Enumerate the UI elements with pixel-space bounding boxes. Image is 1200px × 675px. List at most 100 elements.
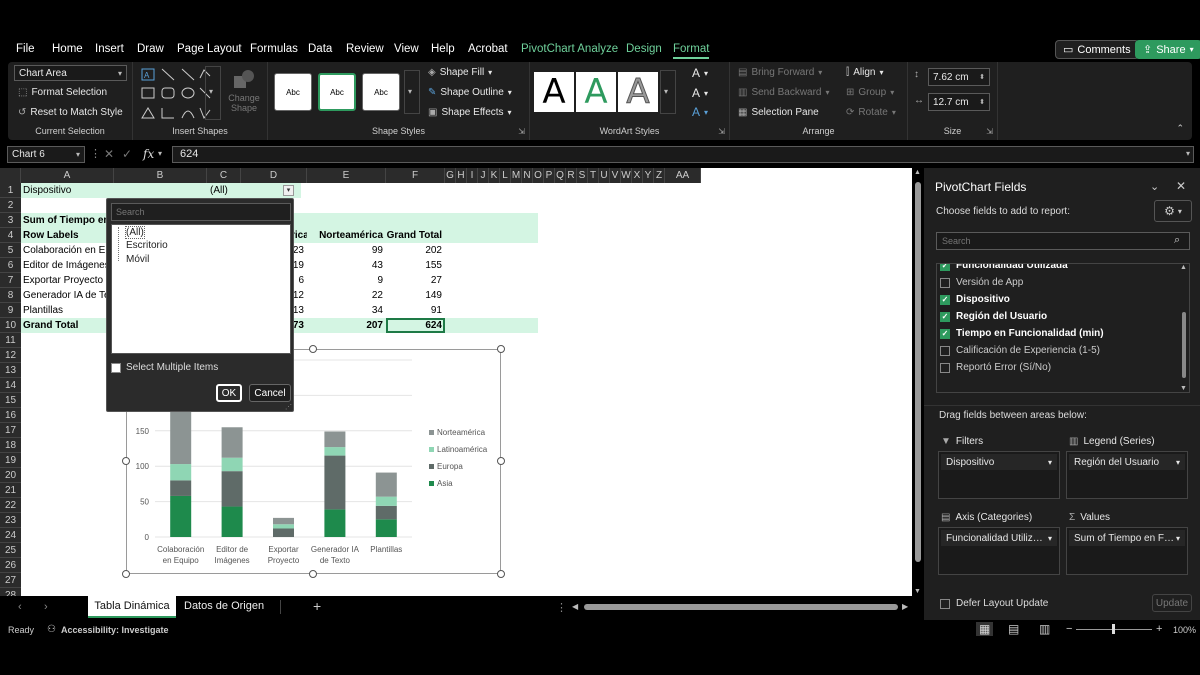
row-header[interactable]: 4 bbox=[0, 228, 21, 243]
checkbox-icon[interactable]: ✓ bbox=[940, 294, 950, 305]
checkbox-icon[interactable]: ✓ bbox=[940, 328, 950, 339]
wordart-more-button[interactable]: ▾ bbox=[660, 70, 676, 114]
row-header[interactable]: 19 bbox=[0, 453, 21, 468]
filter-item-all[interactable]: (All) bbox=[125, 226, 145, 239]
dialog-launcher-icon[interactable]: ⇲ bbox=[518, 127, 525, 136]
text-effects-button[interactable]: A ▾ bbox=[692, 105, 708, 119]
close-icon[interactable]: ✕ bbox=[1176, 179, 1186, 193]
pivot-filter-value[interactable]: (All) bbox=[210, 183, 280, 198]
pivot-value[interactable]: 34 bbox=[307, 303, 386, 318]
pivot-row-label[interactable]: Plantillas bbox=[23, 303, 108, 318]
menu-pivotchart-analyze[interactable]: PivotChart Analyze bbox=[521, 43, 618, 55]
row-header[interactable]: 1 bbox=[0, 183, 21, 198]
column-header[interactable]: Y bbox=[643, 168, 654, 183]
zoom-in-icon[interactable]: + bbox=[1156, 623, 1162, 635]
row-header[interactable]: 15 bbox=[0, 393, 21, 408]
checkbox-icon[interactable] bbox=[940, 362, 950, 373]
axis-area[interactable]: Funcionalidad Utilizada ▾ bbox=[938, 527, 1060, 575]
horizontal-scroll-thumb[interactable] bbox=[584, 604, 898, 610]
chart-element-dropdown[interactable]: Chart Area ▾ bbox=[14, 65, 127, 81]
field-search-input[interactable] bbox=[936, 232, 1190, 250]
chevron-down-icon[interactable]: ⌄ bbox=[1150, 180, 1159, 193]
selection-pane-button[interactable]: ▦ Selection Pane bbox=[738, 107, 819, 118]
pivot-filter-label[interactable]: Dispositivo bbox=[23, 183, 113, 198]
axis-area-item[interactable]: Funcionalidad Utilizada ▾ bbox=[941, 530, 1057, 546]
row-header[interactable]: 10 bbox=[0, 318, 21, 333]
text-outline-button[interactable]: A ▾ bbox=[692, 86, 708, 100]
column-header[interactable]: T bbox=[588, 168, 599, 183]
share-button[interactable]: ⇪ Share ▾ bbox=[1135, 40, 1200, 59]
row-header[interactable]: 12 bbox=[0, 348, 21, 363]
shapes-more-button[interactable]: ▾ bbox=[205, 66, 221, 120]
format-selection-button[interactable]: ⬚ Format Selection bbox=[18, 87, 107, 98]
menu-page-layout[interactable]: Page Layout bbox=[177, 43, 242, 55]
resize-handle-left[interactable] bbox=[122, 457, 130, 465]
checkbox-icon[interactable] bbox=[940, 345, 950, 356]
row-header[interactable]: 18 bbox=[0, 438, 21, 453]
column-header[interactable]: N bbox=[522, 168, 533, 183]
wordart-style-3[interactable]: A bbox=[618, 72, 658, 113]
column-header[interactable]: AA bbox=[665, 168, 701, 183]
menu-file[interactable]: File bbox=[16, 43, 35, 55]
group-button[interactable]: ⊞ Group ▾ bbox=[846, 87, 894, 98]
shape-style-1[interactable]: Abc bbox=[274, 73, 312, 111]
row-header[interactable]: 21 bbox=[0, 483, 21, 498]
resize-handle-right[interactable] bbox=[497, 457, 505, 465]
panel-settings-button[interactable]: ⚙ ▾ bbox=[1154, 200, 1192, 222]
column-header[interactable]: P bbox=[544, 168, 555, 183]
resize-handle-top[interactable] bbox=[309, 345, 317, 353]
reset-style-button[interactable]: ↺ Reset to Match Style bbox=[18, 107, 123, 118]
dialog-launcher-icon[interactable]: ⇲ bbox=[718, 127, 725, 136]
pivot-row-labels[interactable]: Row Labels bbox=[23, 228, 113, 243]
values-area[interactable]: Sum of Tiempo en Funci...▾ bbox=[1066, 527, 1188, 575]
field-list-scrollbar[interactable]: ▲ ▼ bbox=[1179, 264, 1189, 392]
menu-design[interactable]: Design bbox=[626, 43, 662, 55]
spinner-icon[interactable]: ⬍ bbox=[979, 98, 985, 106]
scroll-up-icon[interactable]: ▲ bbox=[1180, 264, 1187, 271]
ok-button[interactable]: OK bbox=[216, 384, 242, 402]
scroll-left-icon[interactable]: ◀ bbox=[572, 602, 578, 611]
pivot-measure-label[interactable]: Sum of Tiempo en bbox=[23, 213, 113, 228]
zoom-slider-thumb[interactable] bbox=[1112, 624, 1115, 634]
row-header[interactable]: 17 bbox=[0, 423, 21, 438]
resize-handle-bottom-right[interactable] bbox=[497, 570, 505, 578]
update-button[interactable]: Update bbox=[1152, 594, 1192, 612]
defer-layout-checkbox[interactable]: Defer Layout Update bbox=[940, 598, 1048, 609]
legend-area[interactable]: Región del Usuario ▾ bbox=[1066, 451, 1188, 499]
cancel-icon[interactable]: ✕ bbox=[104, 147, 114, 161]
shape-effects-button[interactable]: ▣ Shape Effects ▾ bbox=[428, 107, 512, 118]
filter-dropdown-button[interactable]: ▾ bbox=[283, 185, 294, 196]
column-header[interactable]: I bbox=[467, 168, 478, 183]
chevron-down-icon[interactable]: ▾ bbox=[158, 149, 162, 158]
field-item[interactable]: ✓ Región del Usuario bbox=[940, 311, 1047, 322]
pivot-column-header[interactable]: Grand Total bbox=[386, 228, 445, 243]
row-header[interactable]: 2 bbox=[0, 198, 21, 213]
comments-button[interactable]: ▭ Comments bbox=[1055, 40, 1139, 59]
more-options-icon[interactable]: ⋮ bbox=[90, 147, 101, 160]
row-header[interactable]: 23 bbox=[0, 513, 21, 528]
row-header[interactable]: 24 bbox=[0, 528, 21, 543]
row-header[interactable]: 25 bbox=[0, 543, 21, 558]
row-header[interactable]: 13 bbox=[0, 363, 21, 378]
row-header[interactable]: 27 bbox=[0, 573, 21, 588]
shape-style-3[interactable]: Abc bbox=[362, 73, 400, 111]
column-header[interactable]: M bbox=[511, 168, 522, 183]
sheet-tab-tabla-dinamica[interactable]: Tabla Dinámica bbox=[88, 596, 176, 618]
row-header[interactable]: 14 bbox=[0, 378, 21, 393]
row-header[interactable]: 9 bbox=[0, 303, 21, 318]
filter-item-movil[interactable]: Móvil bbox=[126, 254, 149, 265]
column-header[interactable]: B bbox=[114, 168, 207, 183]
pivot-value[interactable]: 91 bbox=[386, 303, 445, 318]
legend-area-item[interactable]: Región del Usuario ▾ bbox=[1069, 454, 1185, 470]
column-header[interactable]: W bbox=[621, 168, 632, 183]
column-header[interactable]: A bbox=[21, 168, 114, 183]
filter-search-input[interactable] bbox=[111, 203, 291, 221]
filter-item-escritorio[interactable]: Escritorio bbox=[126, 240, 168, 251]
grand-total-value[interactable]: 207 bbox=[307, 318, 386, 333]
menu-home[interactable]: Home bbox=[52, 43, 83, 55]
vertical-scrollbar[interactable]: ▲ ▼ bbox=[912, 168, 924, 596]
filters-area[interactable]: Dispositivo ▾ bbox=[938, 451, 1060, 499]
rotate-button[interactable]: ⟳ Rotate ▾ bbox=[846, 107, 896, 118]
column-header[interactable]: F bbox=[386, 168, 445, 183]
pivot-value[interactable]: 155 bbox=[386, 258, 445, 273]
